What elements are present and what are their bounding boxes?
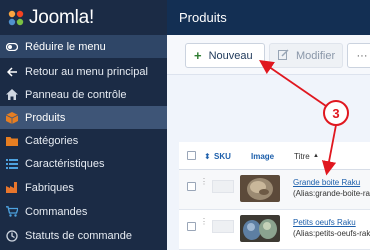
status-icon <box>6 229 18 242</box>
row-checkbox[interactable] <box>187 182 196 191</box>
page-title: Produits <box>179 10 227 25</box>
table-header: ⬍ SKU Image Titre ▲ <box>179 142 370 170</box>
sidebar-item-label: Statuts de commande <box>25 229 133 242</box>
column-header-image[interactable]: Image <box>251 152 274 161</box>
sidebar: Joomla! Réduire le menu Retour au menu p… <box>0 0 167 250</box>
cart-icon <box>6 206 18 218</box>
product-thumbnail[interactable] <box>240 215 280 242</box>
drag-handle-icon[interactable]: ⋮ <box>200 178 208 189</box>
table-row[interactable]: ⋮ Petits oeufs Raku (Alias:petits-oeufs-… <box>179 210 370 250</box>
sidebar-item-collapse-menu[interactable]: Réduire le menu <box>0 35 167 58</box>
logo-text: Joomla! <box>29 6 95 28</box>
sidebar-item-label: Produits <box>25 111 66 124</box>
sidebar-item-back-main-menu[interactable]: Retour au menu principal <box>0 60 167 83</box>
more-button-label: ··· <box>356 49 368 62</box>
drag-handle-icon[interactable]: ⋮ <box>200 218 208 229</box>
sidebar-item-control-panel[interactable]: Panneau de contrôle <box>0 83 167 106</box>
row-checkbox[interactable] <box>187 222 196 231</box>
toolbar: + Nouveau Modifier ··· <box>167 35 370 75</box>
edit-icon <box>278 49 289 63</box>
sku-sort-icon: ⬍ <box>204 152 211 161</box>
product-thumbnail[interactable] <box>240 175 280 202</box>
sidebar-item-categories[interactable]: Catégories <box>0 129 167 152</box>
sidebar-item-order-statuses[interactable]: Statuts de commande <box>0 224 167 247</box>
sidebar-item-label: Caractéristiques <box>25 157 105 170</box>
sort-ascending-icon: ▲ <box>313 153 319 159</box>
edit-button[interactable]: Modifier <box>269 43 343 68</box>
sidebar-item-manufacturers[interactable]: Fabriques <box>0 176 167 199</box>
select-all-checkbox[interactable] <box>187 151 196 160</box>
column-header-sku[interactable]: SKU <box>214 152 231 161</box>
new-button[interactable]: + Nouveau <box>185 43 265 68</box>
product-alias: (Alias:petits-oeufs-rak <box>293 229 370 238</box>
sidebar-item-label: Commandes <box>25 205 88 218</box>
table-row[interactable]: ⋮ Grande boite Raku (Alias:grande-boite-… <box>179 170 370 210</box>
sidebar-item-label: Catégories <box>25 134 79 147</box>
sku-cell <box>212 220 234 233</box>
products-table: ⬍ SKU Image Titre ▲ ⋮ Grande boite Raku … <box>179 142 370 250</box>
column-header-title[interactable]: Titre <box>294 152 310 161</box>
arrow-left-icon <box>6 66 18 78</box>
joomla-logo[interactable]: Joomla! <box>0 0 167 35</box>
factory-icon <box>6 182 18 194</box>
box-icon <box>6 111 18 124</box>
sidebar-item-label: Retour au menu principal <box>25 65 148 78</box>
product-title-link[interactable]: Petits oeufs Raku <box>293 218 356 227</box>
home-icon <box>6 89 18 101</box>
sidebar-item-label: Panneau de contrôle <box>25 88 127 101</box>
sidebar-item-label: Fabriques <box>25 181 74 194</box>
edit-button-label: Modifier <box>296 49 336 62</box>
product-alias: (Alias:grande-boite-rak <box>293 189 370 198</box>
sidebar-item-products[interactable]: Produits <box>0 106 167 129</box>
sidebar-item-label: Réduire le menu <box>25 40 106 53</box>
joomla-logo-icon <box>7 9 25 27</box>
plus-icon: + <box>194 48 202 63</box>
toggle-icon <box>6 41 18 53</box>
content-area: ⬍ SKU Image Titre ▲ ⋮ Grande boite Raku … <box>167 75 370 250</box>
sku-cell <box>212 180 234 193</box>
sidebar-item-characteristics[interactable]: Caractéristiques <box>0 152 167 175</box>
page-header: Produits <box>167 0 370 35</box>
more-actions-button[interactable]: ··· <box>347 43 370 68</box>
new-button-label: Nouveau <box>208 49 253 62</box>
folder-icon <box>6 135 18 147</box>
product-title-link[interactable]: Grande boite Raku <box>293 178 360 187</box>
list-icon <box>6 158 18 170</box>
sidebar-item-orders[interactable]: Commandes <box>0 200 167 223</box>
